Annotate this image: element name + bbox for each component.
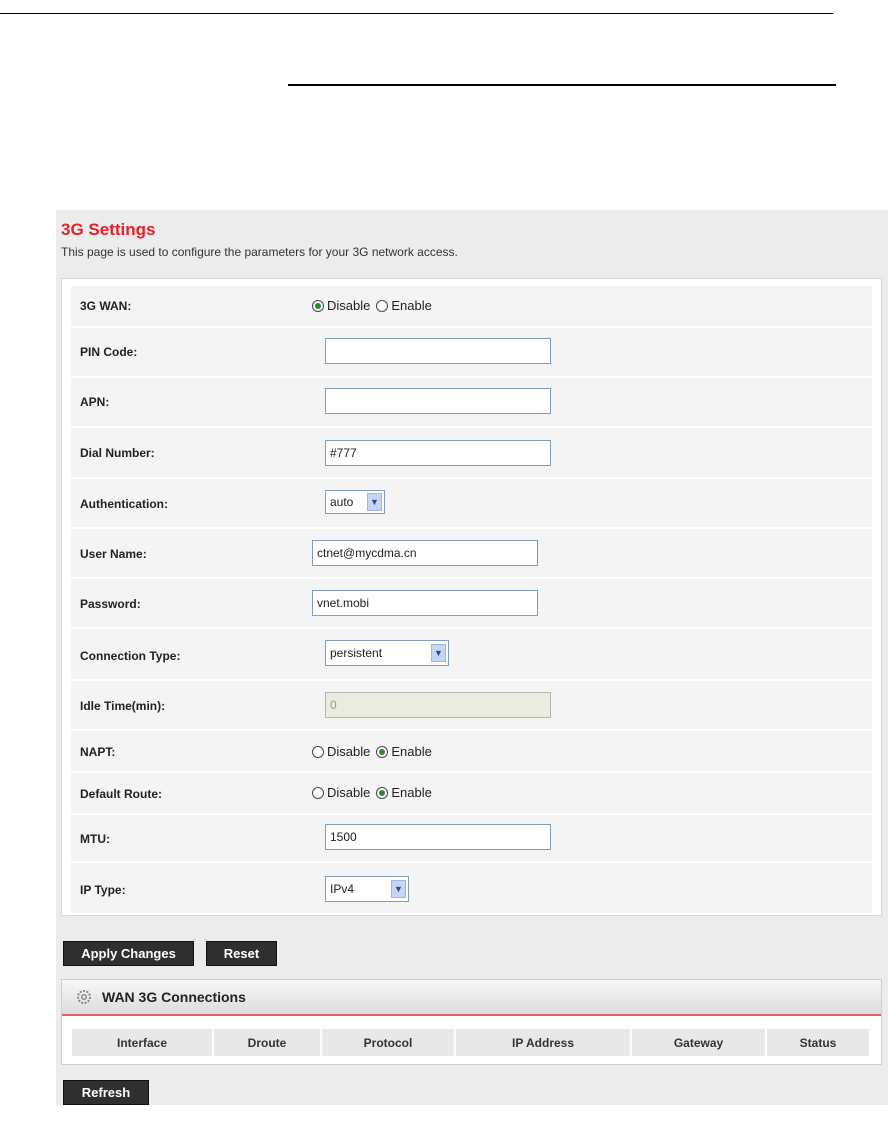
column-header-ip-address: IP Address — [456, 1029, 630, 1056]
label-password: Password: — [80, 597, 141, 611]
column-header-interface: Interface — [72, 1029, 212, 1056]
page-description: This page is used to configure the param… — [61, 245, 458, 259]
label-mtu: MTU: — [80, 832, 110, 846]
label-napt: NAPT: — [80, 745, 116, 759]
row-authentication: Authentication: auto ▼ — [71, 479, 872, 527]
idle-time-input: 0 — [325, 692, 551, 718]
label-user-name: User Name: — [80, 547, 147, 561]
label-ip-type: IP Type: — [80, 883, 126, 897]
connection-type-value: persistent — [330, 646, 383, 660]
page-title: 3G Settings — [61, 220, 156, 239]
column-header-droute: Droute — [214, 1029, 320, 1056]
apply-changes-button[interactable]: Apply Changes — [63, 941, 194, 966]
default-route-enable-label: Enable — [391, 785, 432, 800]
ip-type-select[interactable]: IPv4 ▼ — [325, 876, 409, 902]
napt-enable-radio[interactable] — [376, 745, 389, 758]
wan-disable-label: Disable — [327, 298, 371, 313]
column-header-protocol: Protocol — [322, 1029, 454, 1056]
chevron-down-icon: ▼ — [431, 644, 446, 662]
wan-enable-label: Enable — [391, 298, 432, 313]
row-user-name: User Name: ctnet@mycdma.cn — [71, 529, 872, 577]
ip-type-value: IPv4 — [330, 882, 355, 896]
label-dial-number: Dial Number: — [80, 446, 155, 460]
row-idle-time: Idle Time(min): 0 — [71, 681, 872, 729]
column-header-gateway: Gateway — [632, 1029, 765, 1056]
chevron-down-icon: ▼ — [367, 493, 382, 511]
authentication-select[interactable]: auto ▼ — [325, 490, 385, 514]
authentication-value: auto — [330, 495, 354, 509]
default-route-disable-radio[interactable] — [312, 786, 324, 799]
row-connection-type: Connection Type: persistent ▼ — [71, 629, 872, 679]
wan-3g-connections-header: WAN 3G Connections — [62, 980, 881, 1016]
row-3g-wan: 3G WAN: Disable Enable — [71, 286, 872, 326]
apn-input[interactable] — [325, 388, 551, 414]
mtu-input[interactable]: 1500 — [325, 824, 551, 850]
default-route-enable-radio[interactable] — [376, 786, 389, 799]
row-pin-code: PIN Code: — [71, 328, 872, 376]
connection-type-select[interactable]: persistent ▼ — [325, 640, 449, 666]
label-pin-code: PIN Code: — [80, 345, 138, 359]
header-rule — [288, 84, 836, 86]
column-header-status: Status — [767, 1029, 869, 1056]
row-napt: NAPT: Disable Enable — [71, 731, 872, 771]
dial-number-input[interactable]: #777 — [325, 440, 551, 466]
napt-disable-radio[interactable] — [312, 745, 324, 758]
wan-enable-radio[interactable] — [376, 299, 389, 312]
napt-disable-label: Disable — [327, 744, 371, 759]
label-default-route: Default Route: — [80, 787, 162, 801]
refresh-button[interactable]: Refresh — [63, 1080, 149, 1105]
row-apn: APN: — [71, 378, 872, 426]
row-mtu: MTU: 1500 — [71, 815, 872, 861]
default-route-radio-group: Disable Enable — [312, 785, 438, 800]
label-connection-type: Connection Type: — [80, 649, 181, 663]
napt-enable-label: Enable — [391, 744, 432, 759]
row-ip-type: IP Type: IPv4 ▼ — [71, 863, 872, 913]
user-name-input[interactable]: ctnet@mycdma.cn — [312, 540, 538, 566]
top-rule — [0, 13, 833, 14]
gear-icon — [77, 990, 91, 1004]
row-dial-number: Dial Number: #777 — [71, 428, 872, 477]
label-3g-wan: 3G WAN: — [80, 299, 132, 313]
pin-code-input[interactable] — [325, 338, 551, 364]
default-route-disable-label: Disable — [327, 785, 371, 800]
password-input[interactable]: vnet.mobi — [312, 590, 538, 616]
wan-3g-connections-title: WAN 3G Connections — [102, 989, 246, 1005]
row-default-route: Default Route: Disable Enable — [71, 773, 872, 813]
label-idle-time: Idle Time(min): — [80, 699, 166, 713]
napt-radio-group: Disable Enable — [312, 744, 438, 759]
label-authentication: Authentication: — [80, 497, 168, 511]
wan-disable-radio[interactable] — [312, 299, 324, 312]
reset-button[interactable]: Reset — [206, 941, 277, 966]
row-password: Password: vnet.mobi — [71, 579, 872, 627]
wan-radio-group: Disable Enable — [312, 298, 438, 313]
label-apn: APN: — [80, 395, 110, 409]
chevron-down-icon: ▼ — [391, 880, 406, 898]
